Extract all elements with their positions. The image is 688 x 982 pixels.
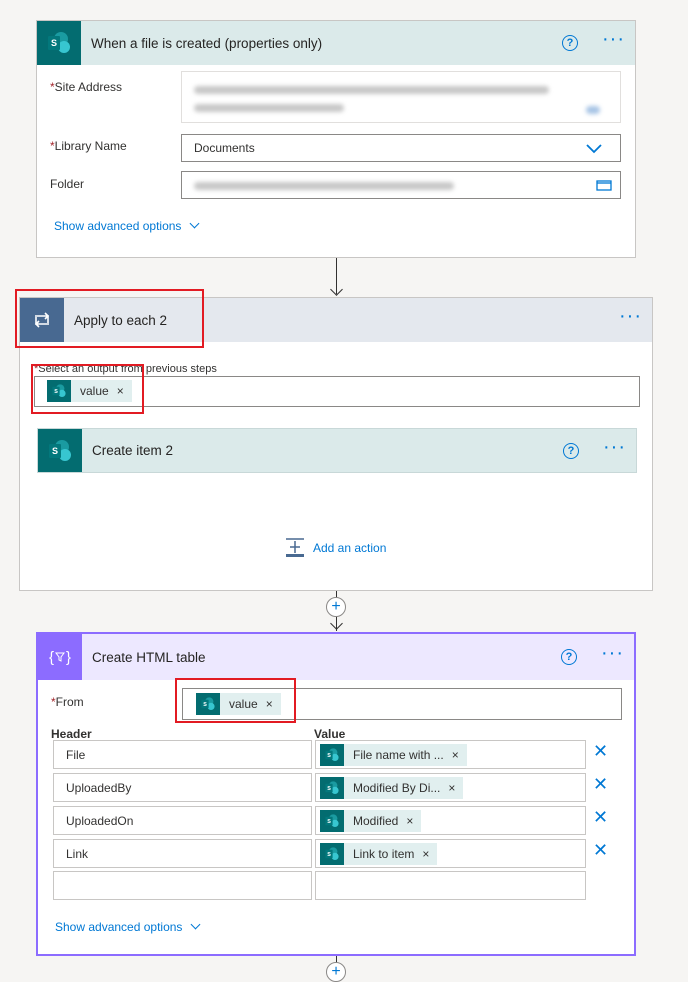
sharepoint-icon: S [38,429,82,472]
token-label: Modified By Di... [353,780,441,795]
library-name-value: Documents [194,141,255,155]
insert-step-button[interactable]: + [326,597,346,617]
folder-input[interactable] [181,171,621,199]
create-html-table-header[interactable]: { } Create HTML table ? ··· [38,634,634,680]
create-item-title: Create item 2 [92,443,174,458]
site-address-label: *Site Address [50,80,123,94]
delete-row-icon[interactable]: ✕ [593,775,608,793]
insert-step-button[interactable]: + [326,962,346,982]
arrow-down-icon [330,617,343,630]
value-cell-empty[interactable] [315,871,586,900]
folder-icon[interactable] [596,179,612,191]
folder-label: Folder [50,177,85,191]
remove-token-icon[interactable]: × [117,384,124,398]
header-cell[interactable]: File [53,740,312,769]
library-name-dropdown[interactable]: Documents [181,134,621,162]
from-label: *From [51,695,84,709]
apply-to-each-title: Apply to each 2 [74,312,168,328]
create-html-table-card: { } Create HTML table ? ··· *From S valu… [36,632,636,956]
sharepoint-icon: S [320,842,344,865]
value-token: S value × [47,380,132,402]
chevron-down-icon [190,919,201,930]
chevron-down-icon [189,218,200,229]
sharepoint-icon: S [47,380,71,402]
value-cell[interactable]: S File name with ... × [315,740,586,769]
delete-row-icon[interactable]: ✕ [593,742,608,760]
value-token: S Link to item × [320,842,438,865]
value-token: S File name with ... × [320,743,467,766]
value-token: S Modified × [320,809,422,832]
help-icon[interactable]: ? [562,35,579,51]
value-token: S Modified By Di... × [320,776,464,799]
value-token: S value × [196,693,281,715]
sharepoint-icon: S [320,776,344,799]
value-cell[interactable]: S Modified × [315,806,586,835]
site-address-input[interactable] [181,71,621,123]
value-column-label: Value [314,727,346,741]
library-name-label: *Library Name [50,139,127,153]
create-item-card[interactable]: S Create item 2 ? ··· [37,428,637,473]
trigger-card: S When a file is created (properties onl… [36,20,636,258]
more-options-icon[interactable]: ··· [601,643,624,666]
remove-token-icon[interactable]: × [448,781,455,795]
header-column-label: Header [51,727,92,741]
header-cell[interactable]: UploadedOn [53,806,312,835]
token-label: File name with ... [353,747,444,762]
more-options-icon[interactable]: ··· [603,437,626,460]
more-options-icon[interactable]: ··· [602,29,625,52]
header-cell-empty[interactable] [53,871,312,900]
add-action-button[interactable]: Add an action [285,538,386,558]
add-action-icon [286,538,304,557]
header-cell[interactable]: Link [53,839,312,868]
trigger-header[interactable]: S When a file is created (properties onl… [37,21,635,65]
loop-icon [20,298,64,342]
remove-token-icon[interactable]: × [422,847,429,861]
sharepoint-icon: S [320,743,344,766]
add-action-label: Add an action [313,541,387,555]
header-cell[interactable]: UploadedBy [53,773,312,802]
token-label: value [80,384,109,398]
select-output-input[interactable]: S value × [34,376,640,407]
remove-token-icon[interactable]: × [266,697,273,711]
trigger-title: When a file is created (properties only) [91,35,323,51]
sharepoint-icon: S [196,693,220,715]
create-html-table-title: Create HTML table [92,649,206,665]
remove-token-icon[interactable]: × [452,748,459,762]
apply-to-each-header[interactable]: Apply to each 2 ··· [20,298,652,342]
arrow-down-icon [330,283,343,296]
chevron-down-icon [586,144,602,154]
show-advanced-options-link[interactable]: Show advanced options [55,919,201,934]
value-cell[interactable]: S Link to item × [315,839,586,868]
from-input[interactable]: S value × [182,688,622,720]
sharepoint-icon: S [320,809,344,832]
more-options-icon[interactable]: ··· [619,306,642,329]
data-operation-icon: { } [38,634,82,680]
sharepoint-icon: S [37,21,81,65]
select-output-label: *Select an output from previous steps [34,363,217,375]
help-icon[interactable]: ? [563,442,580,459]
apply-to-each-card: Apply to each 2 ··· *Select an output fr… [19,297,653,591]
token-label: Modified [353,813,399,828]
delete-row-icon[interactable]: ✕ [593,808,608,826]
token-label: value [229,697,258,711]
delete-row-icon[interactable]: ✕ [593,841,608,859]
remove-token-icon[interactable]: × [406,814,413,828]
value-cell[interactable]: S Modified By Di... × [315,773,586,802]
token-label: Link to item [353,846,415,861]
show-advanced-options-link[interactable]: Show advanced options [54,218,200,233]
help-icon[interactable]: ? [561,649,578,665]
